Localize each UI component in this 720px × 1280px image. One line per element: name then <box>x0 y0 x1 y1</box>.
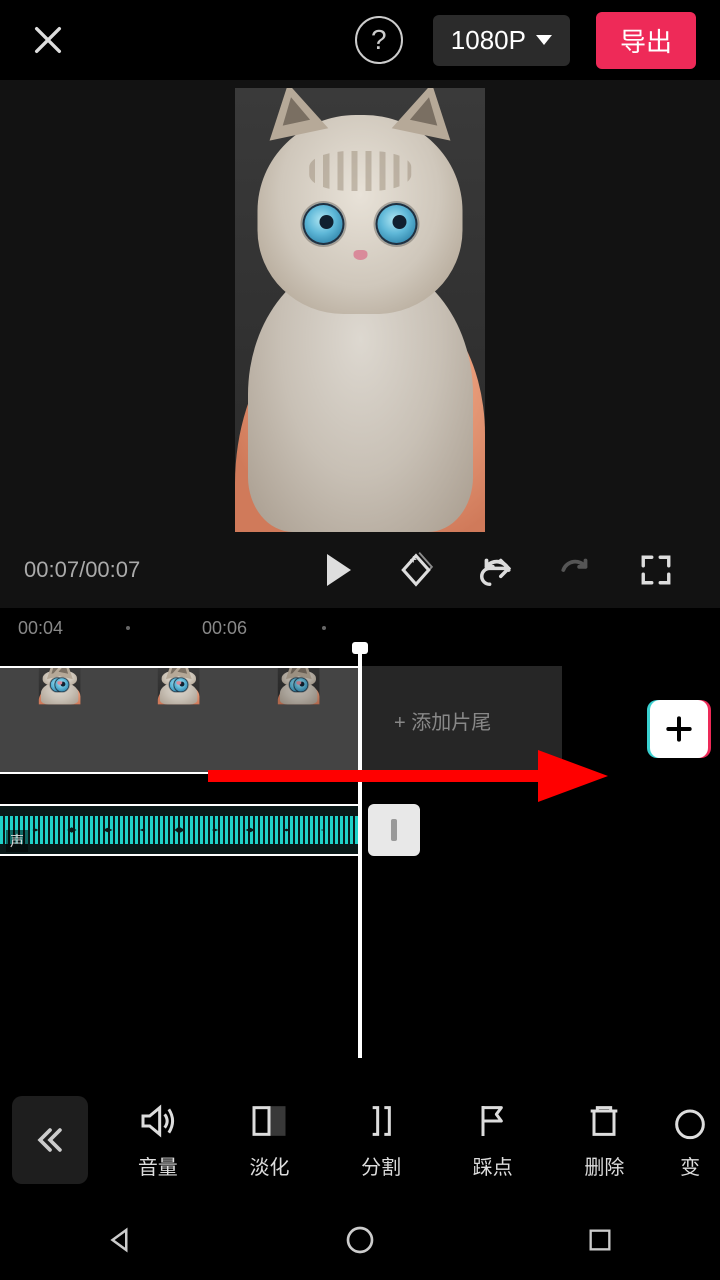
video-clip[interactable] <box>0 666 360 774</box>
chevron-down-icon <box>536 35 552 45</box>
volume-icon <box>138 1101 178 1141</box>
tool-volume[interactable]: 音量 <box>102 1101 214 1180</box>
audio-drag-handle[interactable] <box>368 804 420 856</box>
plus-icon <box>663 713 695 745</box>
playhead[interactable] <box>358 648 362 1058</box>
tool-beat[interactable]: 踩点 <box>437 1101 549 1180</box>
fullscreen-button[interactable] <box>624 538 688 602</box>
add-ending-button[interactable]: + 添加片尾 <box>362 666 562 774</box>
nav-back-button[interactable] <box>98 1218 142 1262</box>
clip-thumbnail <box>119 668 238 772</box>
playback-bar: 00:07/00:07 + <box>0 532 720 608</box>
video-preview[interactable] <box>235 88 485 532</box>
undo-button[interactable] <box>464 538 528 602</box>
system-nav-bar <box>0 1200 720 1280</box>
resolution-selector[interactable]: 1080P <box>433 15 570 66</box>
resolution-label: 1080P <box>451 25 526 56</box>
close-button[interactable] <box>24 16 72 64</box>
redo-button[interactable] <box>544 538 608 602</box>
square-icon <box>586 1226 614 1254</box>
audio-clip[interactable]: 声 <box>0 804 360 856</box>
svg-text:+: + <box>410 553 417 567</box>
help-button[interactable]: ? <box>355 16 403 64</box>
trash-icon <box>584 1101 624 1141</box>
timeline[interactable]: 00:04 00:06 + 添加片尾 声 <box>0 608 720 1080</box>
nav-recent-button[interactable] <box>578 1218 622 1262</box>
tool-split[interactable]: 分割 <box>325 1101 437 1180</box>
triangle-left-icon <box>105 1225 135 1255</box>
add-clip-button[interactable] <box>650 700 708 758</box>
nav-home-button[interactable] <box>338 1218 382 1262</box>
time-display: 00:07/00:07 <box>24 557 140 583</box>
top-bar: ? 1080P 导出 <box>0 0 720 80</box>
preview-area: 00:07/00:07 + <box>0 80 720 608</box>
audio-clip-label: 声 <box>6 830 28 852</box>
clip-thumbnail <box>239 668 358 772</box>
clip-thumbnail <box>0 668 119 772</box>
play-button[interactable] <box>304 538 368 602</box>
export-button[interactable]: 导出 <box>596 12 696 69</box>
tool-fade[interactable]: 淡化 <box>214 1101 326 1180</box>
split-icon <box>361 1101 401 1141</box>
play-icon <box>327 554 351 586</box>
keyframe-button[interactable]: + <box>384 538 448 602</box>
chevron-double-left-icon <box>33 1123 67 1157</box>
speed-icon <box>670 1101 710 1141</box>
flag-icon <box>473 1101 513 1141</box>
fade-icon <box>249 1101 289 1141</box>
tool-delete[interactable]: 删除 <box>549 1101 661 1180</box>
collapse-toolbar-button[interactable] <box>12 1096 88 1184</box>
bottom-toolbar: 音量 淡化 分割 踩点 删除 变 <box>0 1080 720 1200</box>
circle-icon <box>344 1224 376 1256</box>
tool-speed[interactable]: 变 <box>660 1101 720 1180</box>
